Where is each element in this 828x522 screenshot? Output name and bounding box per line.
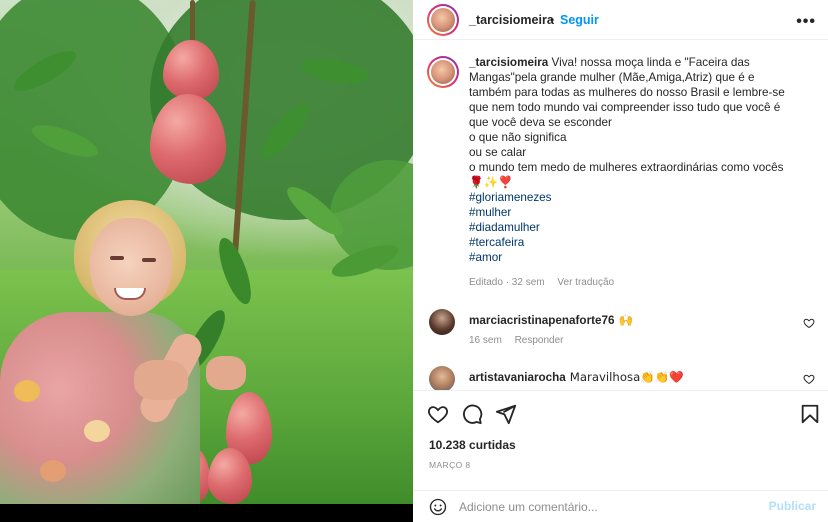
- commenter-avatar[interactable]: [429, 366, 455, 390]
- caption-emoji-line: 🌹✨❣️: [469, 175, 513, 189]
- commenter-avatar[interactable]: [429, 309, 455, 335]
- post-header: _tarcisiomeira • Seguir •••: [413, 0, 828, 40]
- comment-text: artistavaniarocha Maravilhosa👏👏❤️: [469, 370, 684, 384]
- author-username[interactable]: _tarcisiomeira: [469, 13, 554, 27]
- author-avatar[interactable]: [427, 4, 459, 36]
- follow-button[interactable]: Seguir: [560, 13, 599, 27]
- hashtag-link[interactable]: #tercafeira: [469, 235, 812, 250]
- post-photo[interactable]: [0, 0, 413, 504]
- edited-timestamp: Editado · 32 sem: [469, 277, 545, 288]
- comment-input[interactable]: [459, 498, 749, 516]
- comment-time: 16 sem: [469, 335, 502, 346]
- caption-line: Mangas"pela grande mulher (Mãe,Amiga,Atr…: [469, 71, 755, 84]
- comment-body: 🙌: [618, 313, 634, 327]
- caption-line: que nem todo mundo vai compreender isso …: [469, 101, 781, 114]
- woman-hand: [206, 356, 246, 390]
- reply-button[interactable]: Responder: [515, 335, 564, 346]
- post-caption: _tarcisiomeira Viva! nossa moça linda e …: [469, 55, 812, 265]
- publish-button[interactable]: Publicar: [769, 499, 816, 513]
- comment-text: marciacristinapenaforte76 🙌: [469, 313, 633, 327]
- caption-line: o mundo tem medo de mulheres extraordiná…: [469, 161, 784, 174]
- hashtag-link[interactable]: #diadamulher: [469, 220, 812, 235]
- heart-icon[interactable]: [427, 403, 449, 425]
- woman-eye: [110, 256, 124, 260]
- woman-face: [90, 218, 172, 316]
- post-details-panel: _tarcisiomeira • Seguir ••• _tarcisiomei…: [413, 0, 828, 522]
- more-options-icon[interactable]: •••: [796, 13, 816, 31]
- see-translation-link[interactable]: Ver tradução: [557, 277, 614, 288]
- caption-username[interactable]: _tarcisiomeira: [469, 56, 548, 69]
- separator-dot: •: [550, 13, 555, 27]
- blouse-print: [40, 460, 66, 482]
- like-comment-heart-icon[interactable]: [803, 317, 815, 329]
- caption-line: também para todas as mulheres do nosso B…: [469, 86, 785, 99]
- blouse-print: [14, 380, 40, 402]
- caption-line: Viva! nossa moça linda e "Faceira das: [551, 56, 750, 69]
- hashtag-link[interactable]: #mulher: [469, 205, 812, 220]
- hashtag-link[interactable]: #amor: [469, 250, 812, 265]
- commenter-username[interactable]: marciacristinapenaforte76: [469, 314, 615, 327]
- share-icon[interactable]: [495, 403, 517, 425]
- comment-icon[interactable]: [461, 403, 483, 425]
- blouse-print: [84, 420, 110, 442]
- comment-meta: 16 sem Responder: [469, 335, 574, 346]
- emoji-icon[interactable]: [429, 498, 447, 516]
- comments-scroll-area[interactable]: _tarcisiomeira Viva! nossa moça linda e …: [413, 40, 828, 390]
- woman-eye: [142, 258, 156, 262]
- caption-line: ou se calar: [469, 146, 527, 159]
- post-actions: 10.238 curtidas Março 8: [413, 390, 828, 484]
- likes-count[interactable]: 10.238 curtidas: [429, 438, 516, 452]
- comment-item: artistavaniarocha Maravilhosa👏👏❤️: [429, 366, 819, 390]
- comment-item: marciacristinapenaforte76 🙌 16 sem Respon…: [429, 309, 819, 349]
- caption-line: que você deva se esconder: [469, 116, 612, 129]
- bookmark-icon[interactable]: [799, 403, 821, 425]
- caption-line: o que não significa: [469, 131, 567, 144]
- caption-meta: Editado · 32 sem Ver tradução: [469, 277, 624, 288]
- add-comment-bar: Publicar: [413, 490, 828, 522]
- comment-body: Maravilhosa👏👏❤️: [569, 370, 684, 384]
- woman-hand: [134, 360, 188, 400]
- caption-avatar[interactable]: [427, 56, 459, 88]
- post-date: Março 8: [429, 460, 471, 470]
- commenter-username[interactable]: artistavaniarocha: [469, 371, 566, 384]
- hashtag-link[interactable]: #gloriamenezes: [469, 190, 812, 205]
- like-comment-heart-icon[interactable]: [803, 373, 815, 385]
